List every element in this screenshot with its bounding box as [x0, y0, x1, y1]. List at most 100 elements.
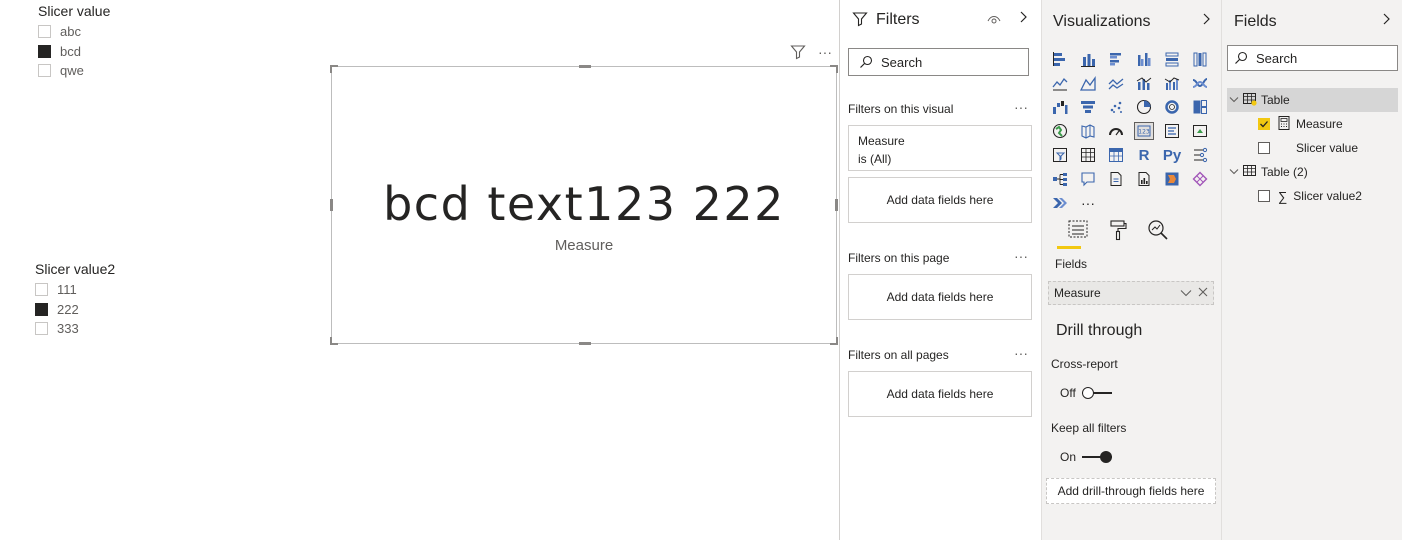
- fields-tab-icon[interactable]: [1058, 219, 1098, 249]
- kpi-icon[interactable]: [1186, 119, 1214, 143]
- add-data-fields-all-pages-well[interactable]: Add data fields here: [848, 371, 1032, 417]
- more-options-icon[interactable]: ···: [815, 42, 835, 62]
- toggle-switch-off[interactable]: [1081, 387, 1112, 399]
- add-data-fields-page-well[interactable]: Add data fields here: [848, 274, 1032, 320]
- clustered-bar-chart-icon[interactable]: [1102, 47, 1130, 71]
- card-visual[interactable]: bcd text123 222 Measure: [330, 65, 838, 345]
- add-fields-label: Add data fields here: [886, 290, 994, 304]
- table-node-table-2[interactable]: Table (2): [1227, 160, 1398, 184]
- resize-handle-bottom-right[interactable]: [830, 337, 838, 345]
- ribbon-chart-icon[interactable]: [1186, 71, 1214, 95]
- more-options-icon[interactable]: ···: [1014, 99, 1028, 115]
- collapse-visualizations-chevron-icon[interactable]: [1201, 12, 1211, 29]
- decomposition-tree-icon[interactable]: [1046, 167, 1074, 191]
- field-row-slicer-value[interactable]: Slicer value: [1258, 136, 1398, 160]
- field-chip-measure[interactable]: Measure: [1048, 281, 1214, 305]
- line-chart-icon[interactable]: [1046, 71, 1074, 95]
- slicer-checkbox[interactable]: [38, 64, 51, 78]
- multi-row-card-icon[interactable]: [1158, 119, 1186, 143]
- key-influencers-icon[interactable]: [1186, 143, 1214, 167]
- 100-percent-column-chart-icon[interactable]: [1186, 47, 1214, 71]
- clustered-column-chart-icon[interactable]: [1130, 47, 1158, 71]
- smart-narrative-icon[interactable]: [1102, 167, 1130, 191]
- keep-all-filters-toggle[interactable]: On: [1060, 450, 1113, 464]
- resize-handle-top[interactable]: [579, 65, 591, 68]
- slicer-item-abc[interactable]: abc: [38, 22, 110, 42]
- more-options-icon[interactable]: ···: [1014, 248, 1028, 264]
- resize-handle-bottom[interactable]: [579, 342, 591, 345]
- field-checkbox[interactable]: [1258, 190, 1270, 202]
- slicer-checkbox[interactable]: [35, 283, 48, 297]
- close-icon[interactable]: [1198, 286, 1208, 300]
- stacked-column-chart-icon[interactable]: [1074, 47, 1102, 71]
- fields-search-input[interactable]: Search: [1227, 45, 1398, 71]
- stacked-area-chart-icon[interactable]: [1102, 71, 1130, 95]
- chevron-down-icon[interactable]: [1227, 168, 1241, 176]
- qa-visual-icon[interactable]: [1074, 167, 1102, 191]
- field-checkbox[interactable]: [1258, 142, 1270, 154]
- python-visual-icon[interactable]: Py: [1158, 143, 1186, 167]
- field-row-measure[interactable]: Measure: [1258, 112, 1398, 136]
- slicer-item-qwe[interactable]: qwe: [38, 61, 110, 81]
- resize-handle-bottom-left[interactable]: [330, 337, 338, 345]
- slicer-item-111[interactable]: 111: [35, 280, 115, 300]
- slicer-checkbox-checked[interactable]: [35, 302, 48, 316]
- line-and-column-chart-icon[interactable]: [1130, 71, 1158, 95]
- r-script-visual-icon[interactable]: R: [1130, 143, 1158, 167]
- field-name: Measure: [1296, 117, 1343, 131]
- card-value: bcd text123 222: [383, 177, 785, 231]
- paginated-report-icon[interactable]: [1130, 167, 1158, 191]
- more-options-icon[interactable]: ···: [1014, 345, 1028, 361]
- slicer-item-333[interactable]: 333: [35, 319, 115, 339]
- field-name: Slicer value: [1296, 141, 1359, 155]
- visual-filter-icon[interactable]: [788, 42, 808, 62]
- filter-card-measure[interactable]: Measure is (All): [848, 125, 1032, 171]
- slicer-item-label: bcd: [60, 43, 81, 59]
- analytics-magnifier-icon[interactable]: [1138, 219, 1178, 249]
- slicer-icon[interactable]: [1046, 143, 1074, 167]
- waterfall-chart-icon[interactable]: [1046, 95, 1074, 119]
- card-icon[interactable]: 123: [1130, 119, 1158, 143]
- resize-handle-top-left[interactable]: [330, 65, 338, 73]
- power-apps-icon[interactable]: [1158, 167, 1186, 191]
- resize-handle-left[interactable]: [330, 199, 333, 211]
- funnel-chart-icon[interactable]: [1074, 95, 1102, 119]
- chevron-down-icon[interactable]: [1227, 96, 1241, 104]
- slicer-checkbox-checked[interactable]: [38, 44, 51, 58]
- more-visuals-icon[interactable]: ···: [1074, 191, 1102, 215]
- slicer-checkbox[interactable]: [38, 25, 51, 39]
- collapse-filters-chevron-icon[interactable]: [1018, 10, 1028, 27]
- stacked-bar-chart-icon[interactable]: [1046, 47, 1074, 71]
- resize-handle-top-right[interactable]: [830, 65, 838, 73]
- format-paint-roller-icon[interactable]: [1098, 219, 1138, 249]
- treemap-icon[interactable]: [1186, 95, 1214, 119]
- cross-report-toggle[interactable]: Off: [1060, 386, 1112, 400]
- slicer-checkbox[interactable]: [35, 322, 48, 336]
- field-checkbox-checked[interactable]: [1258, 118, 1270, 130]
- pie-chart-icon[interactable]: [1130, 95, 1158, 119]
- 100-percent-bar-chart-icon[interactable]: [1158, 47, 1186, 71]
- area-chart-icon[interactable]: [1074, 71, 1102, 95]
- line-and-clustered-column-chart-icon[interactable]: [1158, 71, 1186, 95]
- matrix-icon[interactable]: [1102, 143, 1130, 167]
- filters-search-input[interactable]: Search: [848, 48, 1029, 76]
- filled-map-icon[interactable]: [1074, 119, 1102, 143]
- collapse-fields-chevron-icon[interactable]: [1381, 12, 1391, 29]
- toggle-switch-on[interactable]: [1082, 451, 1113, 463]
- power-automate-icon[interactable]: [1186, 167, 1214, 191]
- field-row-slicer-value2[interactable]: ∑ Slicer value2: [1258, 184, 1398, 208]
- resize-handle-right[interactable]: [835, 199, 838, 211]
- chevron-down-icon[interactable]: [1180, 286, 1192, 300]
- gauge-icon[interactable]: [1102, 119, 1130, 143]
- drill-through-fields-well[interactable]: Add drill-through fields here: [1046, 478, 1216, 504]
- donut-chart-icon[interactable]: [1158, 95, 1186, 119]
- add-data-fields-visual-well[interactable]: Add data fields here: [848, 177, 1032, 223]
- eye-icon[interactable]: [987, 13, 1001, 31]
- power-automate-flow-icon[interactable]: [1046, 191, 1074, 215]
- slicer-item-222[interactable]: 222: [35, 300, 115, 320]
- table-icon[interactable]: [1074, 143, 1102, 167]
- scatter-chart-icon[interactable]: [1102, 95, 1130, 119]
- map-icon[interactable]: [1046, 119, 1074, 143]
- slicer-item-bcd[interactable]: bcd: [38, 42, 110, 62]
- table-node-table[interactable]: Table: [1227, 88, 1398, 112]
